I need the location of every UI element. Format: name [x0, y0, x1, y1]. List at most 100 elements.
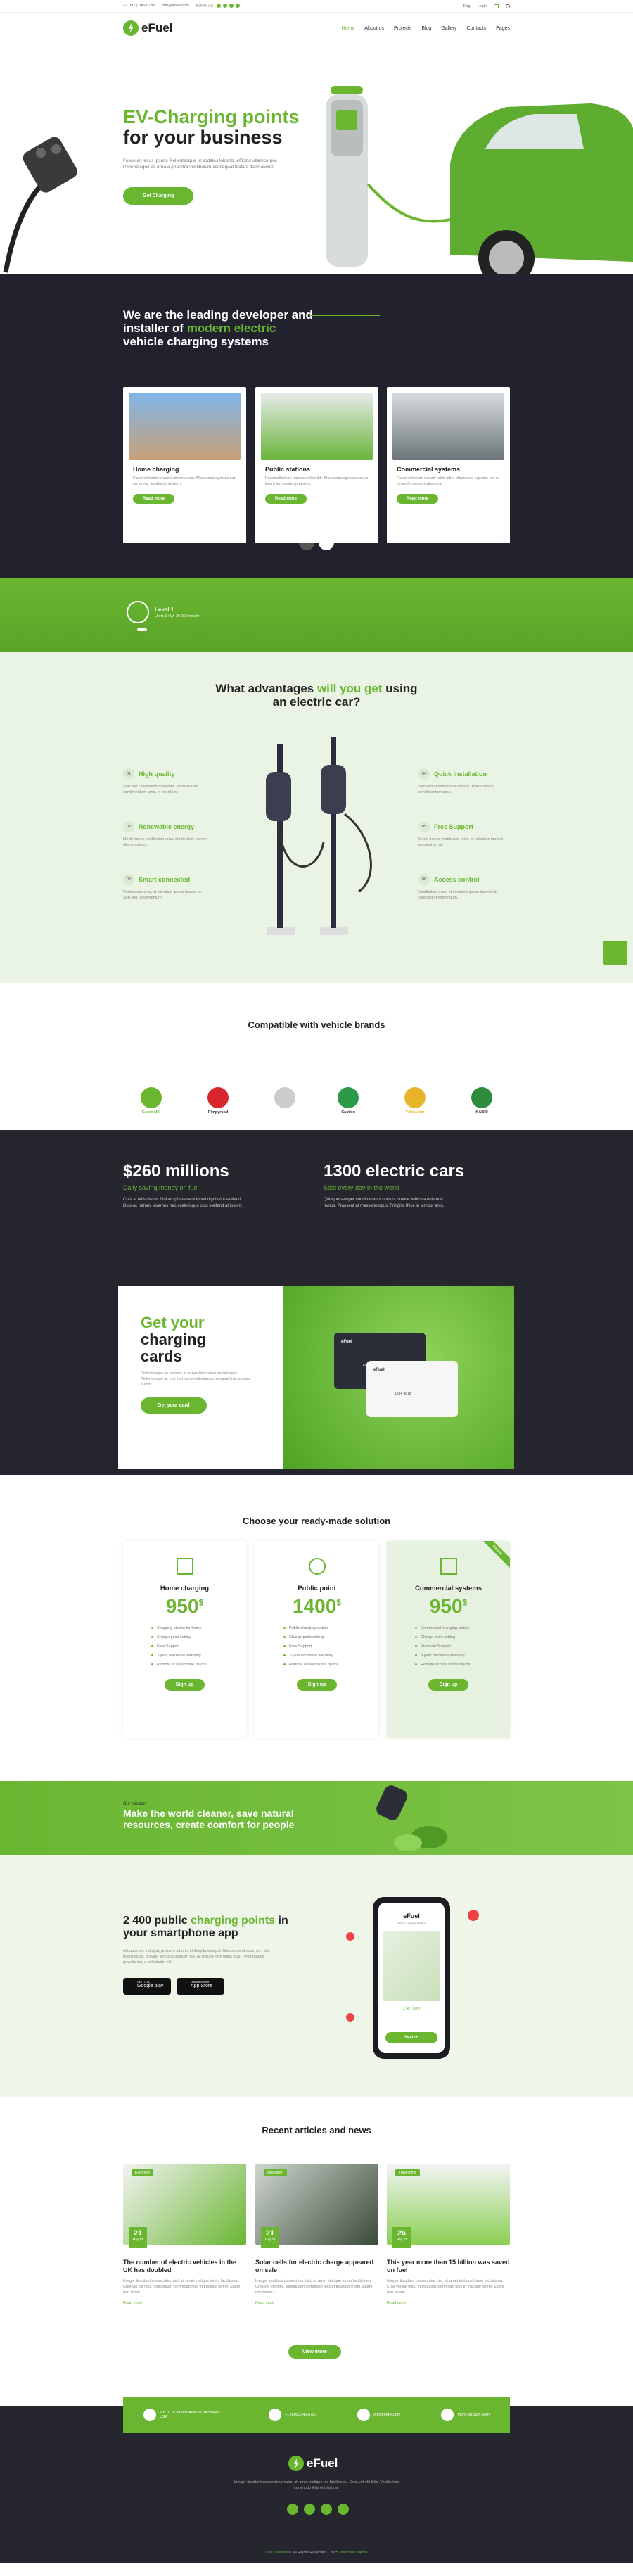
nav-gallery[interactable]: Gallery — [441, 26, 456, 31]
brand-logo[interactable]: Yellowstar — [401, 1087, 429, 1115]
hero-illustration — [3, 86, 633, 274]
clock-icon — [441, 2409, 454, 2421]
feature-high-quality: 01 High quality Sed sed condimentum massa.… — [123, 768, 207, 795]
hero-title-line1: EV-Charging points — [123, 106, 300, 127]
news-item[interactable]: Travel time 26 May 23 This year more than … — [387, 2164, 510, 2333]
copyright: Link Themes © All Rights Reserved - 2025… — [0, 2542, 633, 2563]
main-nav: Home About us Projects Blog Gallery Cont… — [342, 26, 510, 31]
plans-title: Choose your ready-made solution — [242, 1516, 391, 1526]
mission-label: Our mission — [123, 1802, 146, 1806]
map-pin-icon — [346, 1932, 354, 1941]
main-header: eFuel Home About us Projects Blog Galler… — [0, 13, 633, 44]
mission-title: Make the world cleaner, save natural reso… — [123, 1808, 295, 1830]
facebook-icon[interactable] — [304, 2504, 315, 2515]
home-charging-image — [129, 393, 241, 460]
instagram-icon[interactable] — [229, 4, 234, 8]
site-logo[interactable]: eFuel — [123, 20, 172, 36]
login-link[interactable]: Login — [478, 4, 487, 8]
card-title: Home charging — [133, 466, 179, 473]
brand-logo[interactable]: Pimpyroad — [204, 1087, 232, 1115]
read-more-button[interactable]: Read more — [133, 494, 175, 504]
youtube-icon[interactable] — [338, 2504, 349, 2515]
level-title: Level 1 — [155, 606, 174, 613]
sign-up-button[interactable]: Sign up — [296, 1679, 338, 1691]
footer-social — [287, 2504, 349, 2515]
stats-section: $260 millions Daily saving money on fuel C… — [0, 1130, 633, 1292]
mission-section: Our mission Make the world cleaner, save… — [0, 1781, 633, 1855]
topbar-email[interactable]: info@efuel.com — [162, 4, 188, 8]
news-item[interactable]: Innovation 21 May 23 Solar cells for elect… — [255, 2164, 378, 2333]
youtube-icon[interactable] — [236, 4, 241, 8]
instagram-icon[interactable] — [321, 2504, 332, 2515]
service-card-home[interactable]: Home charging Fusamellentum mauris ultri… — [123, 387, 246, 543]
app-store-button[interactable]: Download on the App Store — [177, 1978, 224, 1995]
nav-blog[interactable]: Blog — [421, 26, 431, 31]
brand-logo[interactable]: KABRI — [468, 1087, 496, 1115]
google-play-button[interactable]: GET IT ON Google play — [123, 1978, 171, 1995]
cart-icon[interactable] — [494, 4, 499, 8]
footer-contacts-bar: NY 10 St Albans Avenue, Brooklyn, USA +1… — [123, 2397, 510, 2433]
services-title: We are the leading developer and installe… — [123, 308, 313, 348]
stat-cars: 1300 electric cars Sold every day in the … — [324, 1162, 465, 1208]
read-more-link[interactable]: Read more — [123, 2301, 246, 2305]
feature-access-control: 06 Access control Vestibulum urna, et inte… — [418, 874, 503, 901]
level-text: Up to 3 kW, 20-30 mins/hr — [155, 614, 200, 618]
popular-badge: Popular — [475, 1541, 510, 1573]
hero-get-charging-button[interactable]: Get Charging — [123, 187, 194, 205]
level-pagination[interactable] — [137, 628, 147, 631]
plan-home-charging: Home charging 950$ Charging station for h… — [123, 1541, 246, 1738]
map-pin-icon — [346, 2013, 354, 2022]
card-text: Fusamellentum mauris nulla nibh. Maecena… — [265, 476, 369, 486]
app-title: 2 400 public charging points in your smar… — [123, 1915, 288, 1939]
read-more-link[interactable]: Read more — [255, 2301, 378, 2305]
brand-logo[interactable] — [271, 1087, 299, 1110]
news-item[interactable]: Electricity 21 May 23 The number of electr… — [123, 2164, 246, 2333]
view-more-button[interactable]: View more — [288, 2345, 341, 2359]
stat-savings: $260 millions Daily saving money on fuel C… — [123, 1162, 243, 1208]
get-your-card-button[interactable]: Get your card — [141, 1397, 207, 1414]
phone-search-button: Search — [385, 2032, 437, 2043]
twitter-icon[interactable] — [223, 4, 228, 8]
plan-public-point: Public point 1400$ Public charging statio… — [255, 1541, 378, 1738]
news-title: Recent articles and news — [262, 2125, 371, 2136]
search-icon[interactable] — [506, 4, 510, 8]
facebook-icon[interactable] — [217, 4, 222, 8]
nav-projects[interactable]: Projects — [394, 26, 411, 31]
feature-quick-installation: 04 Quick installation Sed sed condimentum … — [418, 768, 503, 795]
service-card-commercial[interactable]: Commercial systems Fusamellentum mauris … — [387, 387, 510, 543]
language-select[interactable]: Eng — [463, 4, 471, 8]
read-more-link[interactable]: Read more — [387, 2301, 510, 2305]
twitter-icon[interactable] — [287, 2504, 298, 2515]
nav-about[interactable]: About us — [364, 26, 384, 31]
sign-up-button[interactable]: Sign up — [428, 1679, 469, 1691]
scroll-top-button[interactable] — [603, 941, 627, 965]
plan-commercial: Popular Commercial systems 950$ Commercia… — [387, 1541, 510, 1738]
brand-logo[interactable]: Castlex — [334, 1087, 362, 1115]
topbar-phone[interactable]: +1 (800) 345-6789 — [123, 4, 155, 8]
brand-logo[interactable]: Green Mill — [137, 1087, 165, 1115]
charging-cards-image: eFuel1234 5678 eFuel1234 5678 — [283, 1286, 514, 1469]
footer-text: Integer tincidunt consectetur nunc, sit … — [234, 2480, 399, 2490]
read-more-button[interactable]: Read more — [265, 494, 307, 504]
commercial-plan-icon — [440, 1558, 457, 1575]
logo-bolt-icon — [123, 20, 139, 36]
phone-mockup: eFuel Find a charge station 2.45 / kWh S… — [373, 1897, 450, 2059]
advantages-section: What advantages will you get using an ele… — [0, 652, 633, 983]
feature-free-support: 05 Free Support Morbi nonne vestibulum urn… — [418, 821, 503, 848]
title-divider — [309, 315, 380, 316]
charging-level-icon — [127, 601, 149, 623]
brands-title: Compatible with vehicle brands — [248, 1020, 385, 1030]
nav-contacts[interactable]: Contacts — [467, 26, 487, 31]
hero-text: Fusce ac lacus ipsum. Pellentesque ut so… — [123, 158, 278, 170]
nav-pages[interactable]: Pages — [496, 26, 510, 31]
public-stations-image — [261, 393, 373, 460]
nav-home[interactable]: Home — [342, 26, 355, 31]
app-section: 2 400 public charging points in your smar… — [0, 1855, 633, 2097]
footer: NY 10 St Albans Avenue, Brooklyn, USA +1… — [0, 2397, 633, 2563]
feature-smart-connected: 03 Smart connected Vestibulum urna, et int… — [123, 874, 207, 901]
sign-up-button[interactable]: Sign up — [164, 1679, 205, 1691]
service-card-public[interactable]: Public stations Fusamellentum mauris nul… — [255, 387, 378, 543]
charging-stations-illustration — [266, 737, 372, 935]
read-more-button[interactable]: Read more — [397, 494, 439, 504]
footer-logo[interactable]: eFuel — [288, 2456, 338, 2471]
